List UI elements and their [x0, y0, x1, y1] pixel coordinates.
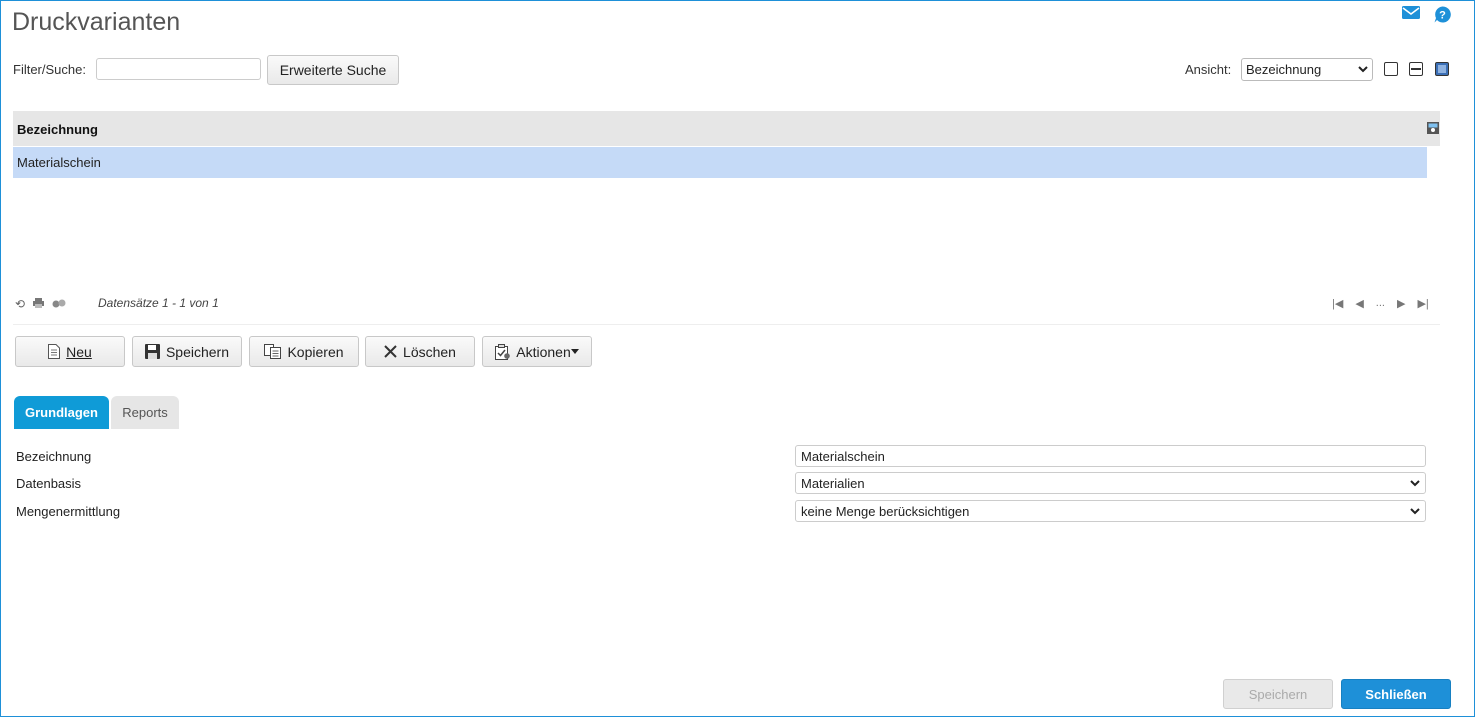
mengenermittlung-label: Mengenermittlung [16, 504, 121, 519]
last-page-icon[interactable]: ▶| [1417, 297, 1428, 310]
document-icon [48, 344, 61, 359]
table-row[interactable]: Materialschein [13, 147, 1427, 178]
bottom-save-button[interactable]: Speichern [1223, 679, 1333, 709]
divider [13, 324, 1440, 325]
filter-label: Filter/Suche: [13, 62, 86, 77]
new-button-label: Neu [66, 343, 92, 360]
refresh-icon[interactable]: ⟲ [15, 297, 25, 311]
tab-grundlagen-label: Grundlagen [25, 405, 98, 420]
chevron-down-icon [1410, 507, 1420, 514]
chevron-down-icon [1358, 66, 1368, 73]
svg-text:?: ? [1439, 10, 1446, 22]
page-ellipsis: ... [1375, 297, 1385, 309]
advanced-search-label: Erweiterte Suche [279, 62, 387, 78]
bezeichnung-value: Materialschein [801, 448, 885, 464]
copy-button[interactable]: Kopieren [249, 336, 359, 367]
column-header-bezeichnung[interactable]: Bezeichnung [17, 122, 98, 137]
mail-icon[interactable] [1402, 6, 1420, 22]
save-button-label: Speichern [165, 343, 230, 360]
bezeichnung-field[interactable]: Materialschein [795, 445, 1426, 467]
bezeichnung-label: Bezeichnung [16, 449, 92, 464]
view-split-button[interactable] [1409, 62, 1423, 76]
print-icon[interactable] [33, 297, 45, 311]
next-page-icon[interactable]: ▶ [1397, 297, 1405, 310]
close-button[interactable]: Schließen [1341, 679, 1451, 709]
delete-button-label: Löschen [403, 343, 456, 360]
chevron-down-icon [1410, 479, 1420, 486]
close-button-label: Schließen [1365, 686, 1427, 702]
save-button[interactable]: Speichern [132, 336, 242, 367]
page-title: Druckvarianten [12, 8, 181, 36]
delete-button[interactable]: Löschen [365, 336, 475, 367]
table-cell-bezeichnung: Materialschein [17, 155, 101, 170]
datenbasis-value: Materialien [801, 475, 865, 491]
actions-button[interactable]: Aktionen [482, 336, 592, 367]
export-icon[interactable] [52, 297, 66, 311]
clipboard-icon [495, 343, 511, 360]
datenbasis-label: Datenbasis [16, 476, 82, 491]
datenbasis-select[interactable]: Materialien [795, 472, 1426, 494]
floppy-icon [144, 344, 160, 359]
copy-button-label: Kopieren [287, 343, 344, 360]
tab-grundlagen[interactable]: Grundlagen [14, 396, 109, 429]
view-label: Ansicht: [1185, 62, 1232, 77]
tab-reports[interactable]: Reports [111, 396, 179, 429]
help-icon[interactable]: ? [1434, 6, 1452, 23]
mengenermittlung-select[interactable]: keine Menge berücksichtigen [795, 500, 1426, 522]
view-select[interactable]: Bezeichnung [1241, 58, 1373, 81]
view-select-value: Bezeichnung [1246, 62, 1322, 77]
prev-page-icon[interactable]: ◀ [1355, 297, 1363, 310]
copy-icon [264, 344, 282, 359]
column-chooser-icon[interactable] [1427, 122, 1439, 137]
new-button[interactable]: Neu [15, 336, 125, 367]
first-page-icon[interactable]: |◀ [1332, 297, 1343, 310]
actions-button-label: Aktionen [516, 343, 571, 360]
pager: |◀ ◀ ... ▶ ▶| [1332, 297, 1429, 310]
tab-reports-label: Reports [122, 405, 168, 420]
record-info: Datensätze 1 - 1 von 1 [98, 296, 219, 310]
filter-input[interactable] [96, 58, 261, 80]
grid-header: Bezeichnung [13, 111, 1440, 146]
view-detail-button[interactable] [1435, 62, 1449, 76]
close-icon [384, 345, 397, 358]
mengenermittlung-value: keine Menge berücksichtigen [801, 503, 970, 519]
caret-down-icon [570, 349, 579, 354]
advanced-search-button[interactable]: Erweiterte Suche [267, 55, 399, 85]
bottom-save-label: Speichern [1248, 686, 1308, 702]
view-list-button[interactable] [1384, 62, 1398, 76]
